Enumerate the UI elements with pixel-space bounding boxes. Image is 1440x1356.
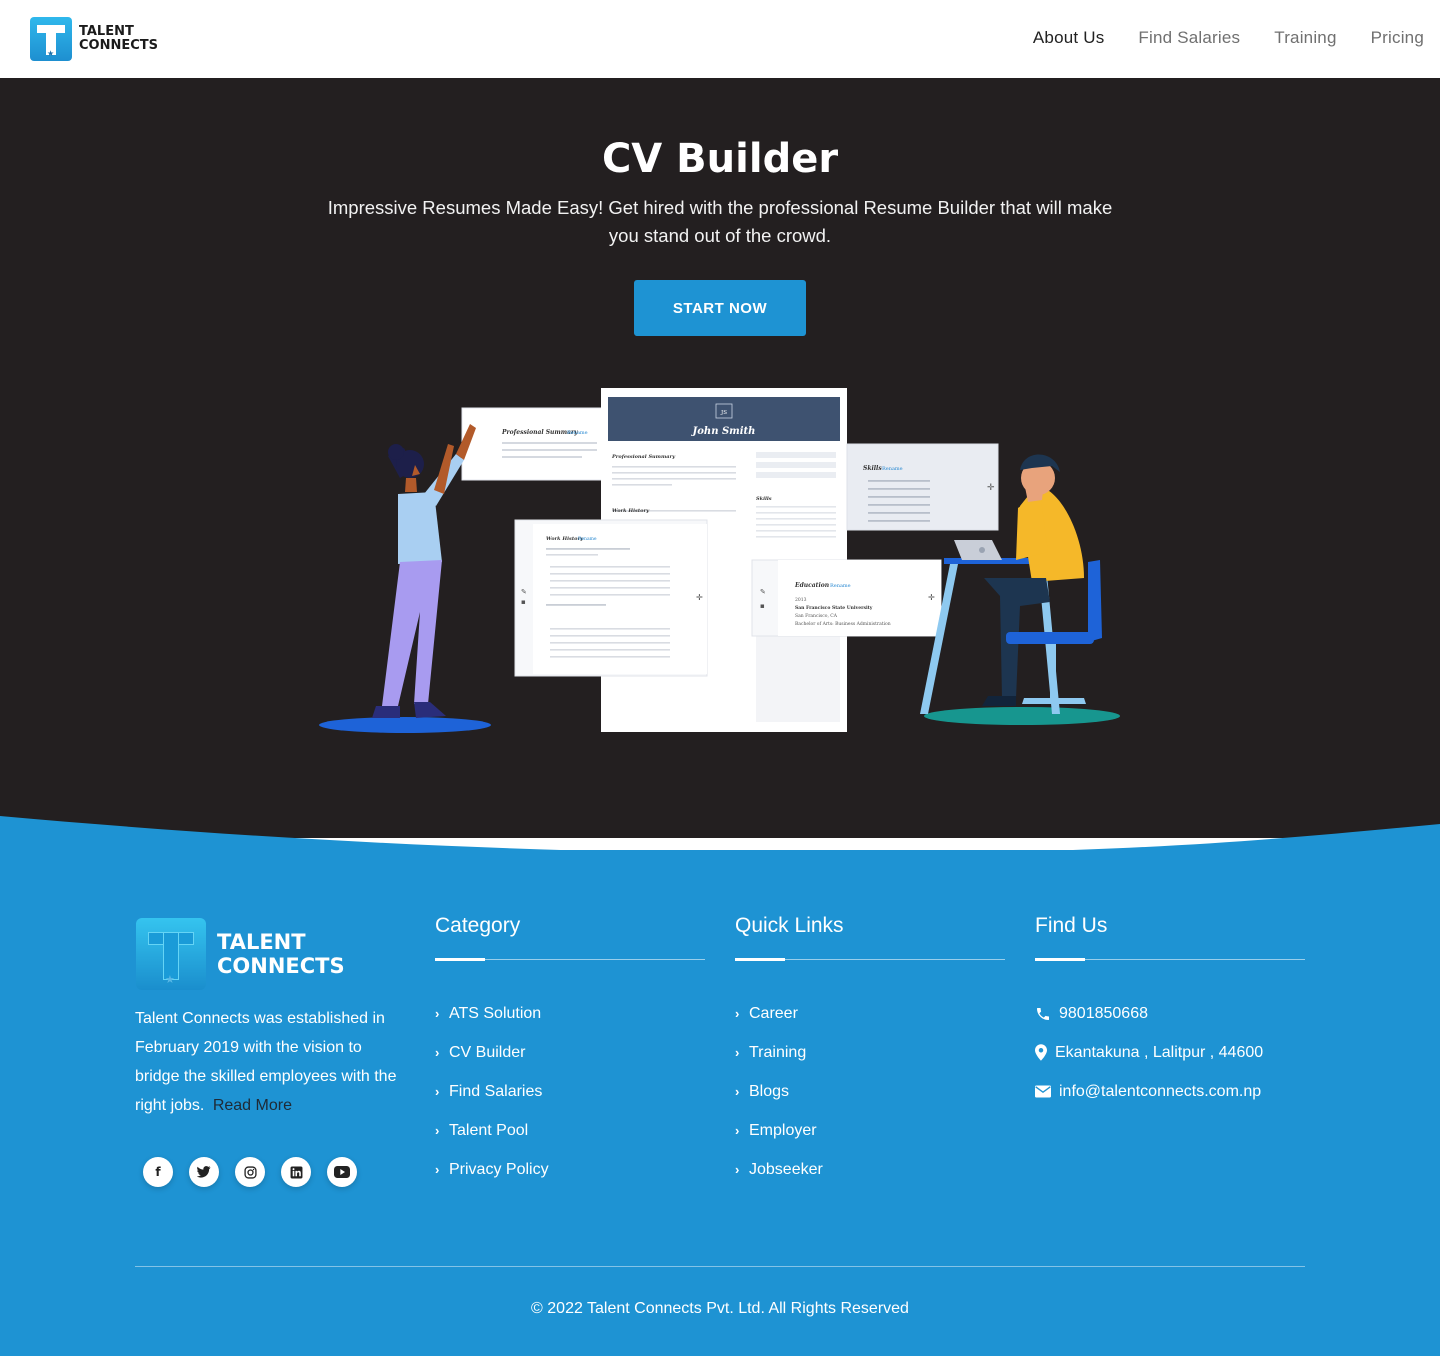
find-us-heading: Find Us <box>1035 914 1108 937</box>
svg-text:JS: JS <box>720 410 727 416</box>
site-footer: ★ TALENT CONNECTS Talent Connects was es… <box>0 850 1440 1356</box>
map-marker-icon <box>1035 1044 1055 1061</box>
woman-figure <box>372 424 476 718</box>
nav-find-salaries[interactable]: Find Salaries <box>1138 28 1240 48</box>
svg-text:✛: ✛ <box>696 593 703 602</box>
footer-link-blogs[interactable]: › Blogs <box>735 1072 1005 1111</box>
phone-icon <box>1035 1006 1059 1022</box>
svg-text:Rename: Rename <box>830 583 851 589</box>
svg-text:Bachelor of Arts: Business Adm: Bachelor of Arts: Business Administratio… <box>795 621 891 627</box>
brand-logo[interactable]: ★ TALENT CONNECTS <box>30 17 158 61</box>
hero-section: CV Builder Impressive Resumes Made Easy!… <box>0 78 1440 838</box>
svg-text:San Francisco State University: San Francisco State University <box>795 605 873 611</box>
contact-phone[interactable]: 9801850668 <box>1035 994 1305 1033</box>
svg-text:▪: ▪ <box>760 602 765 610</box>
footer-link-training[interactable]: › Training <box>735 1033 1005 1072</box>
read-more-link[interactable]: Read More <box>213 1097 292 1114</box>
category-heading: Category <box>435 914 521 937</box>
svg-text:✎: ✎ <box>521 588 527 596</box>
footer-link-find-salaries[interactable]: › Find Salaries <box>435 1072 705 1111</box>
heading-underline <box>735 958 1005 961</box>
heading-underline <box>1035 958 1305 961</box>
logo-icon: ★ <box>30 17 72 61</box>
contact-email[interactable]: info@talentconnects.com.np <box>1035 1072 1305 1111</box>
footer-find-us-column: Find Us 9801850668 Ekantakuna , Lalitpur… <box>1035 914 1305 1111</box>
linkedin-icon[interactable] <box>281 1157 311 1187</box>
social-links: f <box>143 1157 357 1187</box>
cv-builder-illustration: Professional Summary Rename JS John Smit… <box>319 388 1120 733</box>
site-header: ★ TALENT CONNECTS About Us Find Salaries… <box>0 0 1440 78</box>
footer-link-talent-pool[interactable]: › Talent Pool <box>435 1111 705 1150</box>
svg-text:Skills: Skills <box>863 465 882 472</box>
svg-text:San Francisco, CA: San Francisco, CA <box>795 613 838 619</box>
footer-about-text: Talent Connects was established in Febru… <box>135 1010 397 1114</box>
footer-link-cv-builder[interactable]: › CV Builder <box>435 1033 705 1072</box>
svg-text:Rename: Rename <box>882 466 903 472</box>
chevron-right-icon: › <box>435 1084 440 1099</box>
hero-subtitle: Impressive Resumes Made Easy! Get hired … <box>327 197 1113 246</box>
chevron-right-icon: › <box>435 1123 440 1138</box>
svg-text:Work History: Work History <box>612 508 650 514</box>
chevron-right-icon: › <box>735 1123 740 1138</box>
copyright-text: © 2022 Talent Connects Pvt. Ltd. All Rig… <box>531 1300 909 1317</box>
footer-link-jobseeker[interactable]: › Jobseeker <box>735 1150 1005 1189</box>
svg-text:✎: ✎ <box>760 588 766 596</box>
start-now-button[interactable]: START NOW <box>634 280 806 336</box>
page-title: CV Builder <box>601 136 839 182</box>
contact-address: Ekantakuna , Lalitpur , 44600 <box>1035 1033 1305 1072</box>
twitter-icon[interactable] <box>189 1157 219 1187</box>
chevron-right-icon: › <box>735 1045 740 1060</box>
chevron-right-icon: › <box>435 1006 440 1021</box>
svg-text:Skills: Skills <box>756 496 772 502</box>
quick-links-heading: Quick Links <box>735 914 844 937</box>
nav-pricing[interactable]: Pricing <box>1371 28 1424 48</box>
chevron-right-icon: › <box>735 1084 740 1099</box>
chevron-right-icon: › <box>735 1006 740 1021</box>
facebook-icon[interactable]: f <box>143 1157 173 1187</box>
footer-link-career[interactable]: › Career <box>735 994 1005 1033</box>
svg-text:Rename: Rename <box>578 536 597 542</box>
footer-quick-links-column: Quick Links › Career › Training › Blogs › Em… <box>735 914 1005 1189</box>
svg-text:Education: Education <box>794 582 829 589</box>
footer-category-column: Category › ATS Solution › CV Builder › Find… <box>435 914 705 1189</box>
footer-link-employer[interactable]: › Employer <box>735 1111 1005 1150</box>
footer-link-ats-solution[interactable]: › ATS Solution <box>435 994 705 1033</box>
instagram-icon[interactable] <box>235 1157 265 1187</box>
svg-text:✛: ✛ <box>928 593 935 602</box>
chevron-right-icon: › <box>435 1045 440 1060</box>
chevron-right-icon: › <box>435 1162 440 1177</box>
logo-icon: ★ <box>136 918 206 990</box>
footer-logo[interactable]: ★ TALENT CONNECTS <box>136 918 345 990</box>
footer-divider <box>135 1266 1305 1267</box>
svg-text:John Smith: John Smith <box>691 426 756 437</box>
logo-wordmark: TALENT CONNECTS <box>79 24 159 53</box>
nav-training[interactable]: Training <box>1274 28 1336 48</box>
svg-text:Rename: Rename <box>567 430 588 436</box>
footer-link-privacy-policy[interactable]: › Privacy Policy <box>435 1150 705 1189</box>
heading-underline <box>435 958 705 961</box>
chevron-right-icon: › <box>735 1162 740 1177</box>
envelope-icon <box>1035 1085 1059 1098</box>
main-nav: About Us Find Salaries Training Pricing <box>1033 28 1424 48</box>
nav-about-us[interactable]: About Us <box>1033 28 1105 48</box>
youtube-icon[interactable] <box>327 1157 357 1187</box>
footer-logo-wordmark: TALENT CONNECTS <box>217 930 345 978</box>
svg-text:▪: ▪ <box>521 598 526 606</box>
svg-text:Professional Summary: Professional Summary <box>611 454 676 460</box>
svg-text:2013: 2013 <box>795 597 807 603</box>
svg-text:✛: ✛ <box>987 483 995 493</box>
